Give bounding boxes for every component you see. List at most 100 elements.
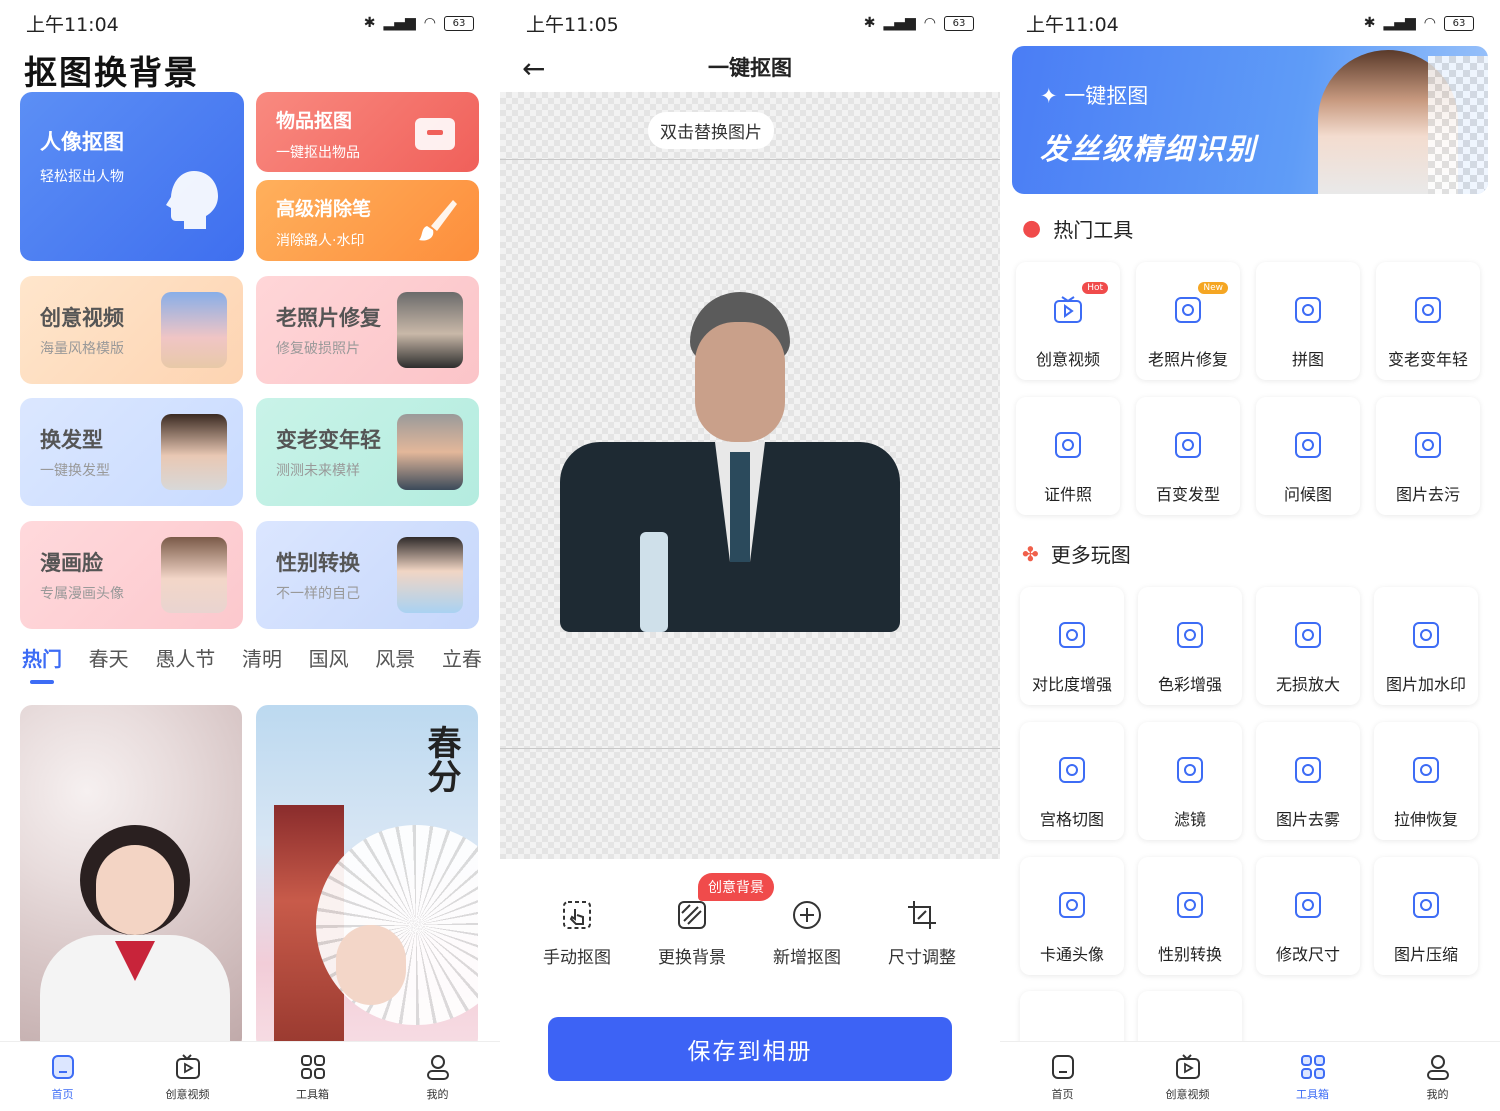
resize-icon (1295, 892, 1321, 918)
bluetooth-icon: ✱ (1363, 15, 1376, 31)
tool-gender[interactable]: 性别转换 (1138, 857, 1242, 975)
stretch-icon (1413, 757, 1439, 783)
signal-icon: ▂▄▆ (1383, 15, 1416, 31)
editor-toolbar: 创意背景 手动抠图 更换背景 新增抠图 尺寸调整 保存到相册 (500, 859, 1000, 1111)
collage-icon (1295, 297, 1321, 323)
tv-icon (1175, 1053, 1200, 1079)
tab-mine[interactable]: 我的 (375, 1042, 500, 1111)
manual-cutout-button[interactable]: 手动抠图 (522, 899, 632, 968)
tab-toolbox[interactable]: 工具箱 (250, 1042, 375, 1111)
crop-icon (908, 901, 936, 929)
tool-expand[interactable]: 无损放大 (1256, 587, 1360, 705)
new-badge: New (1198, 282, 1228, 294)
contrast-icon (1059, 622, 1085, 648)
box-icon (415, 118, 455, 150)
tool-compress[interactable]: 图片压缩 (1374, 857, 1478, 975)
user-icon (426, 1054, 449, 1080)
flame-icon: ● (1022, 216, 1042, 241)
card-old-photo[interactable]: 老照片修复 修复破损照片 (256, 276, 479, 384)
defog-icon (1295, 757, 1321, 783)
category-tab[interactable]: 清明 (242, 643, 282, 672)
tool-id-photo[interactable]: 证件照 (1016, 397, 1120, 515)
thumb-image (161, 292, 227, 368)
category-tab[interactable]: 立春 (442, 643, 482, 672)
signal-icon: ▂▄▆ (383, 15, 416, 31)
magic-wand-icon: ✦ (1040, 84, 1065, 108)
bluetooth-icon: ✱ (363, 15, 376, 31)
tool-contrast[interactable]: 对比度增强 (1020, 587, 1124, 705)
brush-icon (419, 200, 457, 241)
change-background-button[interactable]: 更换背景 (637, 899, 747, 968)
replace-image-hint[interactable]: 双击替换图片 (648, 112, 774, 149)
status-bar: 上午11:04 ✱ ▂▄▆ ◠ 63 (1000, 0, 1500, 46)
gallery-item-spring-equinox[interactable]: 春分 (256, 705, 478, 1050)
card-creative-video[interactable]: 创意视频 海量风格模版 (20, 276, 243, 384)
tab-toolbox[interactable]: 工具箱 (1250, 1042, 1375, 1111)
category-tab[interactable]: 愚人节 (155, 643, 215, 672)
tool-stretch[interactable]: 拉伸恢复 (1374, 722, 1478, 840)
card-portrait-cutout[interactable]: 人像抠图 轻松抠出人物 (20, 92, 244, 261)
card-comic-face[interactable]: 漫画脸 专属漫画头像 (20, 521, 243, 629)
section-title: 热门工具 (1053, 218, 1134, 242)
tool-grid[interactable]: 宫格切图 (1020, 722, 1124, 840)
tab-home[interactable]: 首页 (0, 1042, 125, 1111)
hairstyle-icon (1175, 432, 1201, 458)
battery-icon: 63 (944, 15, 974, 31)
resize-button[interactable]: 尺寸调整 (867, 899, 977, 968)
thumb-image (397, 537, 463, 613)
tool-collage[interactable]: 拼图 (1256, 262, 1360, 380)
tab-home[interactable]: 首页 (1000, 1042, 1125, 1111)
eraser-icon (1415, 432, 1441, 458)
card-hairstyle[interactable]: 换发型 一键换发型 (20, 398, 243, 506)
tool-eraser[interactable]: 图片去污 (1376, 397, 1480, 515)
promo-banner[interactable]: ✦ 一键抠图 发丝级精细识别 (1012, 46, 1488, 194)
creative-background-badge: 创意背景 (698, 873, 774, 901)
expand-icon (1295, 622, 1321, 648)
tool-heart-chat[interactable]: 问候图 (1256, 397, 1360, 515)
card-gender-swap[interactable]: 性别转换 不一样的自己 (256, 521, 479, 629)
transparent-canvas[interactable]: 双击替换图片 (500, 92, 1000, 859)
watermark-icon (1413, 622, 1439, 648)
tool-tv[interactable]: 创意视频 Hot (1016, 262, 1120, 380)
toolbox-icon (1300, 1054, 1325, 1079)
cartoon-icon (1059, 892, 1085, 918)
gallery-item-cherry-blossom[interactable] (20, 705, 242, 1050)
category-tab[interactable]: 春天 (89, 643, 129, 672)
cutout-subject (560, 292, 900, 642)
tab-mine[interactable]: 我的 (1375, 1042, 1500, 1111)
status-time: 上午11:05 (526, 13, 619, 36)
grid-icon (1059, 757, 1085, 783)
bottom-tab-bar: 首页 创意视频 工具箱 我的 (0, 1041, 500, 1111)
save-to-album-button[interactable]: 保存到相册 (548, 1017, 952, 1081)
category-tab[interactable]: 国风 (309, 643, 349, 672)
card-object-cutout[interactable]: 物品抠图 一键抠出物品 (256, 92, 479, 172)
checker-pattern (1428, 56, 1488, 194)
tool-watermark[interactable]: 图片加水印 (1374, 587, 1478, 705)
filter-icon (1177, 757, 1203, 783)
category-tab[interactable]: 风景 (375, 643, 415, 672)
card-eraser[interactable]: 高级消除笔 消除路人·水印 (256, 180, 479, 261)
tool-hairstyle[interactable]: 百变发型 (1136, 397, 1240, 515)
tool-resize[interactable]: 修改尺寸 (1256, 857, 1360, 975)
photo-icon (1175, 297, 1201, 323)
tab-creative-video[interactable]: 创意视频 (125, 1042, 250, 1111)
tv-icon (175, 1053, 200, 1079)
tool-filter[interactable]: 滤镜 (1138, 722, 1242, 840)
status-bar: 上午11:05 ✱ ▂▄▆ ◠ 63 (500, 0, 1000, 46)
tool-age[interactable]: 变老变年轻 (1376, 262, 1480, 380)
tool-photo[interactable]: 老照片修复 New (1136, 262, 1240, 380)
tool-cartoon[interactable]: 卡通头像 (1020, 857, 1124, 975)
card-age-change[interactable]: 变老变年轻 测测未来模样 (256, 398, 479, 506)
tool-defog[interactable]: 图片去雾 (1256, 722, 1360, 840)
plus-circle-icon (793, 901, 821, 929)
tool-palette[interactable]: 色彩增强 (1138, 587, 1242, 705)
thumb-image (161, 414, 227, 490)
battery-icon: 63 (444, 15, 474, 31)
thumb-image (397, 292, 463, 368)
category-tabs: 热门 春天 愚人节 清明 国风 风景 立春 (22, 643, 482, 684)
add-cutout-button[interactable]: 新增抠图 (752, 899, 862, 968)
thumb-image (161, 537, 227, 613)
category-tab-hot[interactable]: 热门 (22, 643, 62, 684)
hand-select-icon (563, 901, 591, 929)
tab-creative-video[interactable]: 创意视频 (1125, 1042, 1250, 1111)
